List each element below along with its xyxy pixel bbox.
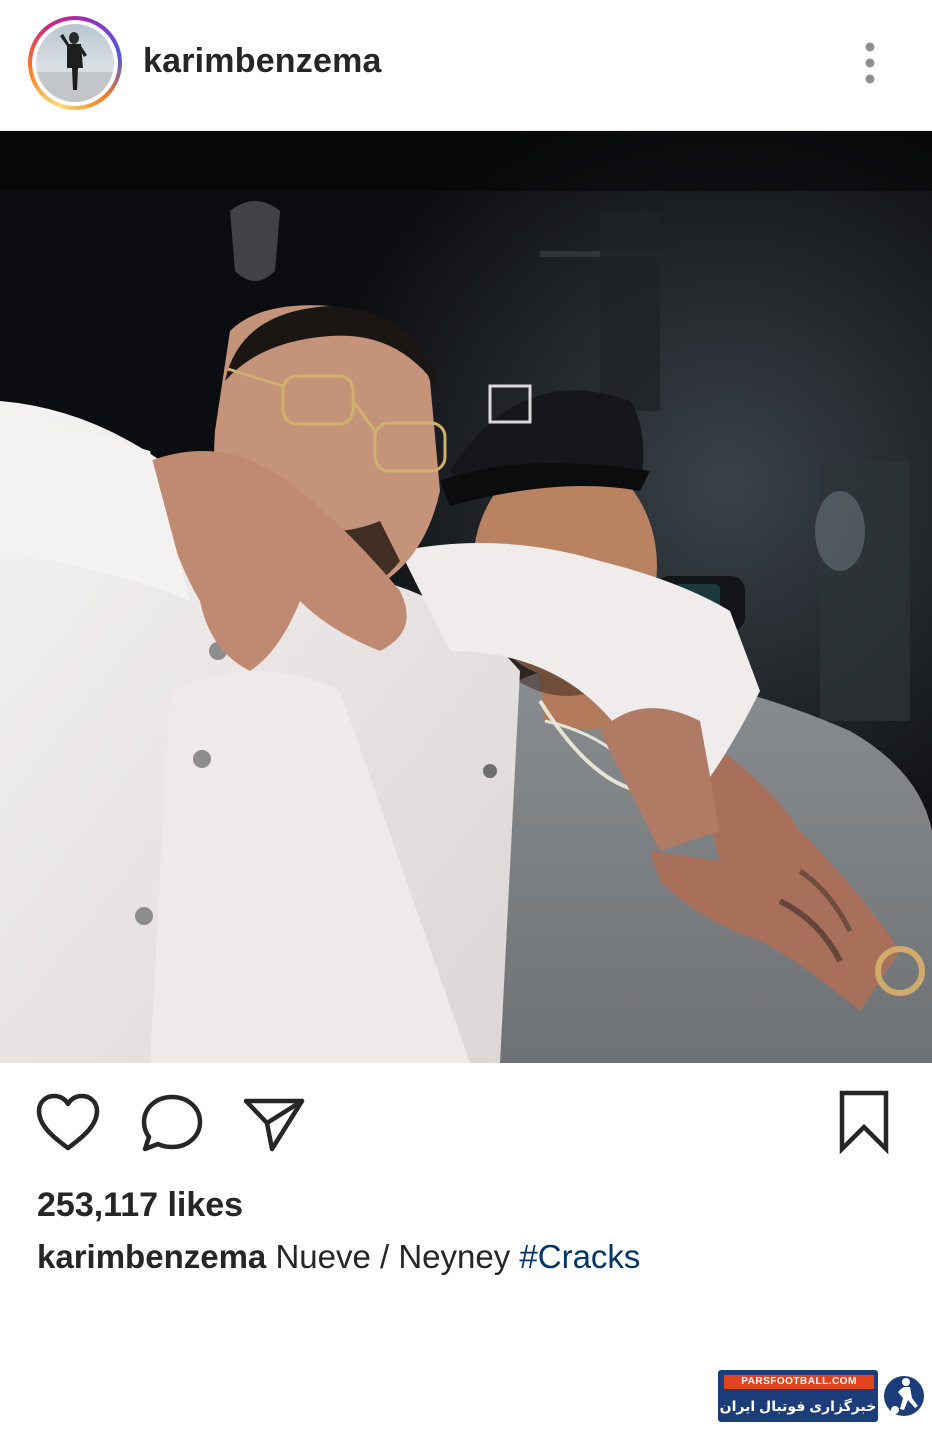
share-button[interactable] — [242, 1093, 306, 1158]
photo-illustration — [0, 131, 932, 1063]
football-player-icon — [882, 1370, 926, 1422]
more-vertical-icon — [865, 42, 875, 84]
paper-plane-icon — [243, 1098, 305, 1152]
avatar[interactable] — [36, 24, 114, 102]
watermark-tagline: خبرگزاری فوتبال ایران — [719, 1398, 877, 1414]
watermark-logo: PARSFOOTBALL.COM خبرگزاری فوتبال ایران — [718, 1370, 926, 1422]
heart-icon — [36, 1093, 100, 1151]
bookmark-icon — [839, 1090, 889, 1155]
comment-bubble-icon — [141, 1094, 203, 1152]
post-photo[interactable] — [0, 131, 932, 1063]
save-button[interactable] — [836, 1089, 892, 1160]
likes-count[interactable]: 253,117 likes — [37, 1186, 243, 1225]
like-button[interactable] — [36, 1093, 100, 1158]
more-options-button[interactable] — [850, 38, 890, 88]
watermark-site: PARSFOOTBALL.COM — [724, 1375, 874, 1389]
avatar-figure — [36, 32, 114, 102]
watermark-banner: PARSFOOTBALL.COM خبرگزاری فوتبال ایران — [718, 1370, 878, 1422]
action-bar — [0, 1063, 932, 1183]
post-header: karimbenzema — [0, 0, 932, 131]
comment-button[interactable] — [140, 1093, 204, 1158]
caption-text: Nueve / Neyney — [266, 1238, 520, 1275]
post-caption: karimbenzema Nueve / Neyney #Cracks — [37, 1238, 640, 1276]
caption-hashtag[interactable]: #Cracks — [519, 1238, 640, 1275]
story-ring[interactable] — [28, 16, 122, 110]
post-username[interactable]: karimbenzema — [143, 42, 382, 81]
caption-username[interactable]: karimbenzema — [37, 1238, 266, 1275]
